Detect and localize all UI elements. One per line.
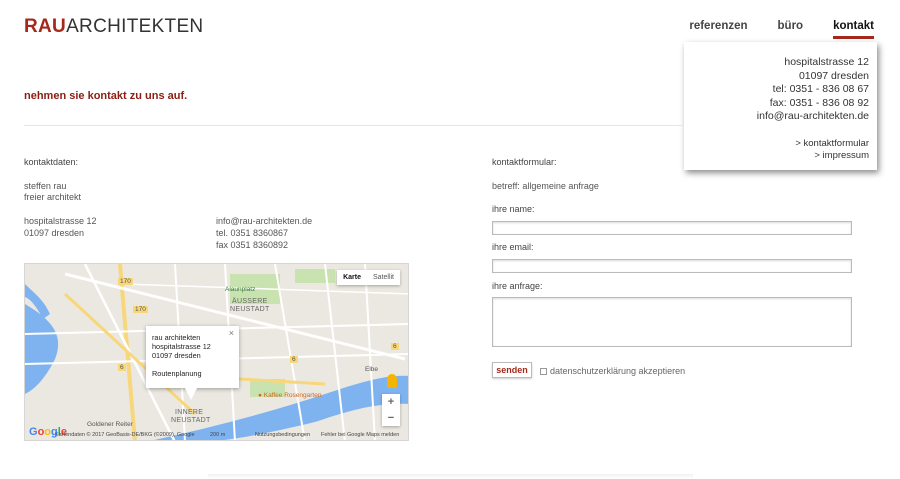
send-button[interactable]: senden <box>492 362 532 378</box>
popup-city: 01097 dresden <box>798 69 869 82</box>
contact-name: steffen rau <box>24 181 67 191</box>
map-report-link[interactable]: Fehler bei Google Maps melden <box>321 432 399 438</box>
map-label-alaunplatz: Alaunplatz <box>225 286 256 293</box>
map-label-kaffee-text: Kaffee Rosengarten <box>263 392 322 399</box>
map-label-aeussere: ÄUSSERE <box>232 298 268 305</box>
nav-item-kontakt[interactable]: kontakt <box>833 20 874 39</box>
divider <box>24 125 684 126</box>
close-icon[interactable]: × <box>229 329 234 338</box>
map-type-control: Karte Satellit <box>337 270 400 285</box>
map-terms-link[interactable]: Nutzungsbedingungen <box>255 432 310 438</box>
popup-link-kontaktformular[interactable]: > kontaktformular <box>692 138 869 151</box>
footer-shadow <box>208 474 693 479</box>
info-title: rau architekten <box>152 333 201 342</box>
map-label-elbe: Elbe <box>365 366 379 373</box>
privacy-label: datenschutzerklärung akzeptieren <box>550 366 686 376</box>
map-type-satellit[interactable]: Satellit <box>367 270 400 285</box>
popup-tel: tel: 0351 - 836 08 67 <box>772 83 869 96</box>
contact-tel: tel. 0351 8360867 <box>216 228 289 238</box>
logo-rest: ARCHITEKTEN <box>66 16 204 37</box>
name-label: ihre name: <box>492 204 535 214</box>
contact-dropdown: hospitalstrasse 12 01097 dresden tel: 03… <box>684 42 877 170</box>
map-label-innere: INNERE <box>175 409 204 416</box>
info-city: 01097 dresden <box>152 351 201 360</box>
map-label-kaffee-rosengarten: ● Kaffee Rosengarten <box>258 392 322 399</box>
contact-street: hospitalstrasse 12 <box>24 216 97 226</box>
email-label: ihre email: <box>492 242 534 252</box>
contact-fax: fax 0351 8360892 <box>216 240 289 250</box>
google-map[interactable]: Alaunplatz ÄUSSERE NEUSTADT INNERE NEUST… <box>24 263 409 441</box>
map-footer: Kartendaten © 2017 GeoBasis-DE/BKG (©200… <box>25 430 408 440</box>
contact-role: freier architekt <box>24 192 82 202</box>
map-label-innere-neustadt: NEUSTADT <box>171 417 211 424</box>
logo[interactable]: RAUARCHITEKTEN <box>24 16 203 38</box>
popup-fax: fax: 0351 - 836 08 92 <box>769 96 869 109</box>
map-road-170-b: 170 <box>133 306 148 313</box>
zoom-out-button[interactable]: − <box>382 410 400 426</box>
email-input[interactable] <box>492 259 852 273</box>
map-type-karte[interactable]: Karte <box>337 270 367 285</box>
map-attribution: Kartendaten © 2017 GeoBasis-DE/BKG (©200… <box>55 432 195 438</box>
info-route-link[interactable]: Routenplanung <box>152 369 233 378</box>
map-label-goldener-reiter: Goldener Reiter <box>87 421 133 428</box>
map-road-6-a: 6 <box>118 364 126 371</box>
map-road-170-a: 170 <box>118 278 133 285</box>
map-road-6-c: 6 <box>391 343 399 350</box>
logo-brand: RAU <box>24 16 67 37</box>
zoom-in-button[interactable]: + <box>382 394 400 410</box>
popup-street: hospitalstrasse 12 <box>784 56 869 68</box>
privacy-consent[interactable]: datenschutzerklärung akzeptieren <box>540 366 685 376</box>
nav-item-buero[interactable]: büro <box>778 20 804 39</box>
nav-item-referenzen[interactable]: referenzen <box>689 20 747 39</box>
map-marker-pointer <box>185 388 197 400</box>
popup-email[interactable]: info@rau-architekten.de <box>692 110 869 124</box>
contact-section-title: kontaktdaten: <box>24 157 79 167</box>
popup-link-impressum[interactable]: > impressum <box>692 150 869 163</box>
main-nav: referenzen büro kontakt <box>689 20 874 39</box>
street-view-pegman-icon[interactable] <box>387 374 397 388</box>
contact-city: 01097 dresden <box>24 228 85 238</box>
info-street: hospitalstrasse 12 <box>152 342 211 351</box>
form-subject: betreff: allgemeine anfrage <box>492 181 599 191</box>
map-label-aeussere-neustadt: NEUSTADT <box>230 306 270 313</box>
map-road-6-b: 6 <box>290 356 298 363</box>
zoom-control: + − <box>382 394 400 426</box>
request-label: ihre anfrage: <box>492 281 543 291</box>
request-textarea[interactable] <box>492 297 852 347</box>
map-info-window: × rau architekten hospitalstrasse 12 010… <box>146 326 239 388</box>
name-input[interactable] <box>492 221 852 235</box>
contact-email[interactable]: info@rau-architekten.de <box>216 216 312 228</box>
privacy-checkbox[interactable] <box>540 367 547 375</box>
form-section-title: kontaktformular: <box>492 157 557 167</box>
page-headline: nehmen sie kontakt zu uns auf. <box>24 90 188 102</box>
map-scale: 200 m <box>210 432 226 438</box>
